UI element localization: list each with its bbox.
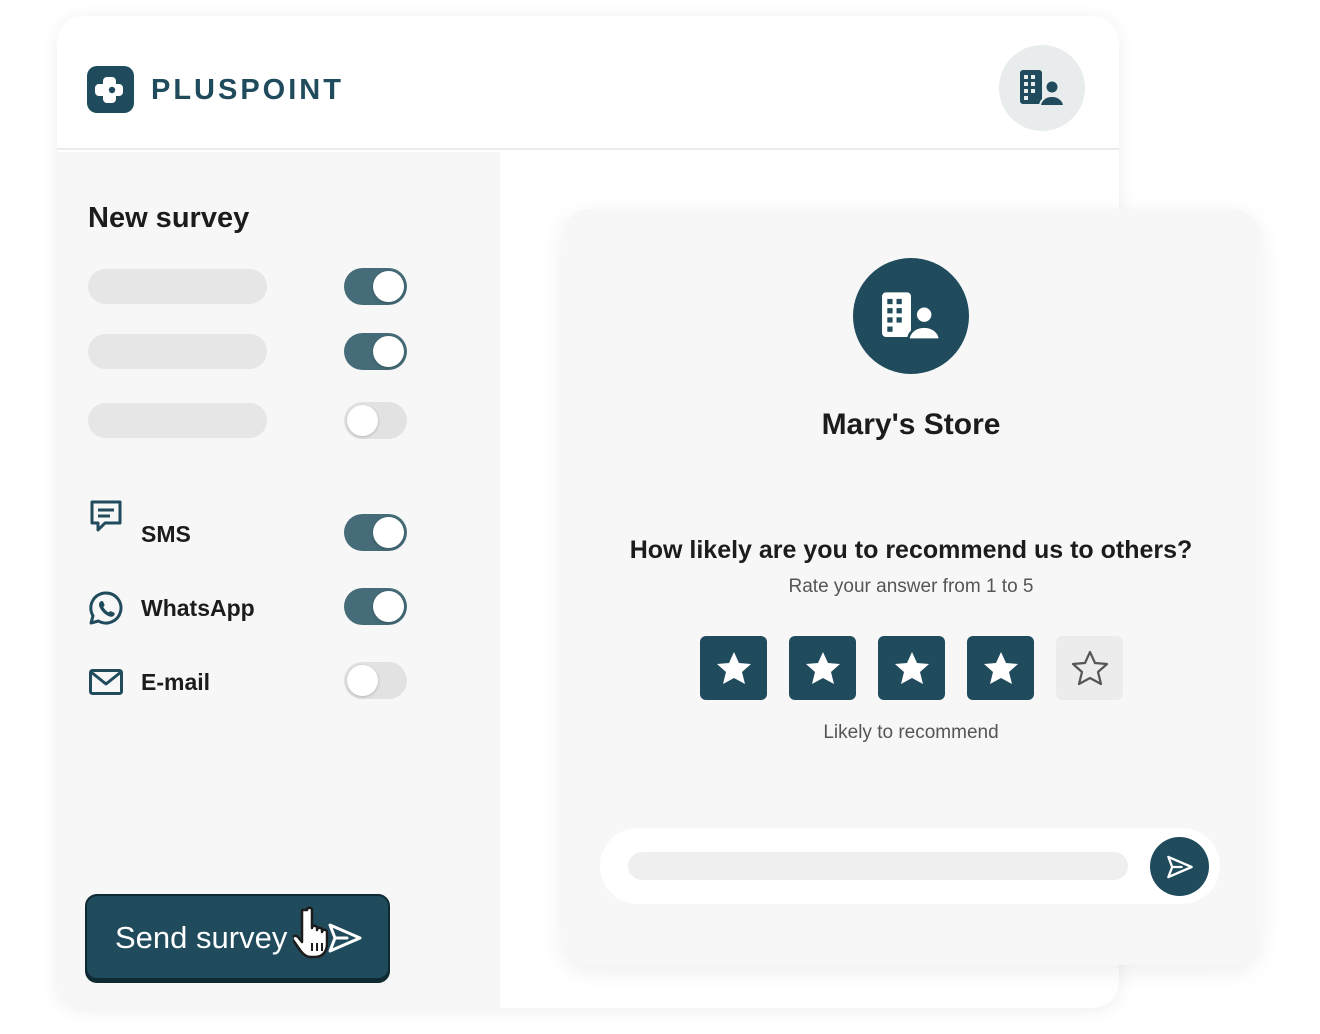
star-icon bbox=[805, 652, 840, 684]
star-filled[interactable] bbox=[700, 636, 767, 700]
hand-pointer-icon bbox=[293, 906, 329, 959]
star-filled[interactable] bbox=[967, 636, 1034, 700]
channel-label-sms: SMS bbox=[141, 521, 191, 547]
toggle-knob bbox=[373, 517, 404, 548]
whatsapp-icon bbox=[89, 591, 123, 625]
channel-label-whatsapp: WhatsApp bbox=[141, 595, 255, 621]
star-rating bbox=[700, 636, 1123, 700]
brand-name: PLUSPOINT bbox=[151, 74, 344, 106]
send-survey-button[interactable]: Send survey bbox=[85, 894, 390, 980]
reply-bar bbox=[600, 828, 1220, 904]
rating-label: Likely to recommend bbox=[823, 722, 999, 743]
message-icon bbox=[90, 500, 122, 532]
send-survey-label: Send survey bbox=[115, 920, 288, 955]
store-name: Mary's Store bbox=[821, 408, 1001, 441]
toggle-knob bbox=[347, 405, 378, 436]
send-icon bbox=[1166, 855, 1193, 878]
app-header: PLUSPOINT bbox=[57, 16, 1119, 150]
panel-title: New survey bbox=[88, 202, 250, 234]
toggle-knob bbox=[373, 336, 404, 367]
option-placeholder bbox=[88, 269, 267, 304]
toggle-knob bbox=[373, 271, 404, 302]
star-icon bbox=[716, 652, 751, 684]
account-avatar[interactable] bbox=[999, 45, 1085, 131]
option-toggle-2[interactable] bbox=[344, 333, 407, 370]
whatsapp-toggle[interactable] bbox=[344, 588, 407, 625]
star-icon bbox=[983, 652, 1018, 684]
star-icon bbox=[894, 652, 929, 684]
star-filled[interactable] bbox=[878, 636, 945, 700]
star-empty[interactable] bbox=[1056, 636, 1123, 700]
mail-icon bbox=[89, 669, 123, 695]
survey-settings-panel: New survey SMS WhatsApp E-mail Send surv… bbox=[57, 152, 500, 1008]
store-avatar bbox=[853, 258, 969, 374]
plus-logo-icon bbox=[87, 66, 134, 113]
email-toggle[interactable] bbox=[344, 662, 407, 699]
sms-toggle[interactable] bbox=[344, 514, 407, 551]
toggle-knob bbox=[373, 591, 404, 622]
toggle-knob bbox=[347, 665, 378, 696]
channel-label-email: E-mail bbox=[141, 669, 211, 695]
reply-send-button[interactable] bbox=[1150, 837, 1209, 896]
option-toggle-3[interactable] bbox=[344, 402, 407, 439]
star-filled[interactable] bbox=[789, 636, 856, 700]
rating-instruction: Rate your answer from 1 to 5 bbox=[788, 576, 1034, 597]
option-placeholder bbox=[88, 334, 267, 369]
option-toggle-1[interactable] bbox=[344, 268, 407, 305]
business-user-icon bbox=[1020, 70, 1065, 107]
star-icon bbox=[1071, 650, 1108, 686]
survey-question: How likely are you to recommend us to ot… bbox=[629, 536, 1193, 564]
reply-input[interactable] bbox=[628, 852, 1128, 880]
option-placeholder bbox=[88, 403, 267, 438]
survey-preview-card: Mary's Store How likely are you to recom… bbox=[562, 209, 1260, 965]
business-user-icon bbox=[882, 292, 942, 341]
